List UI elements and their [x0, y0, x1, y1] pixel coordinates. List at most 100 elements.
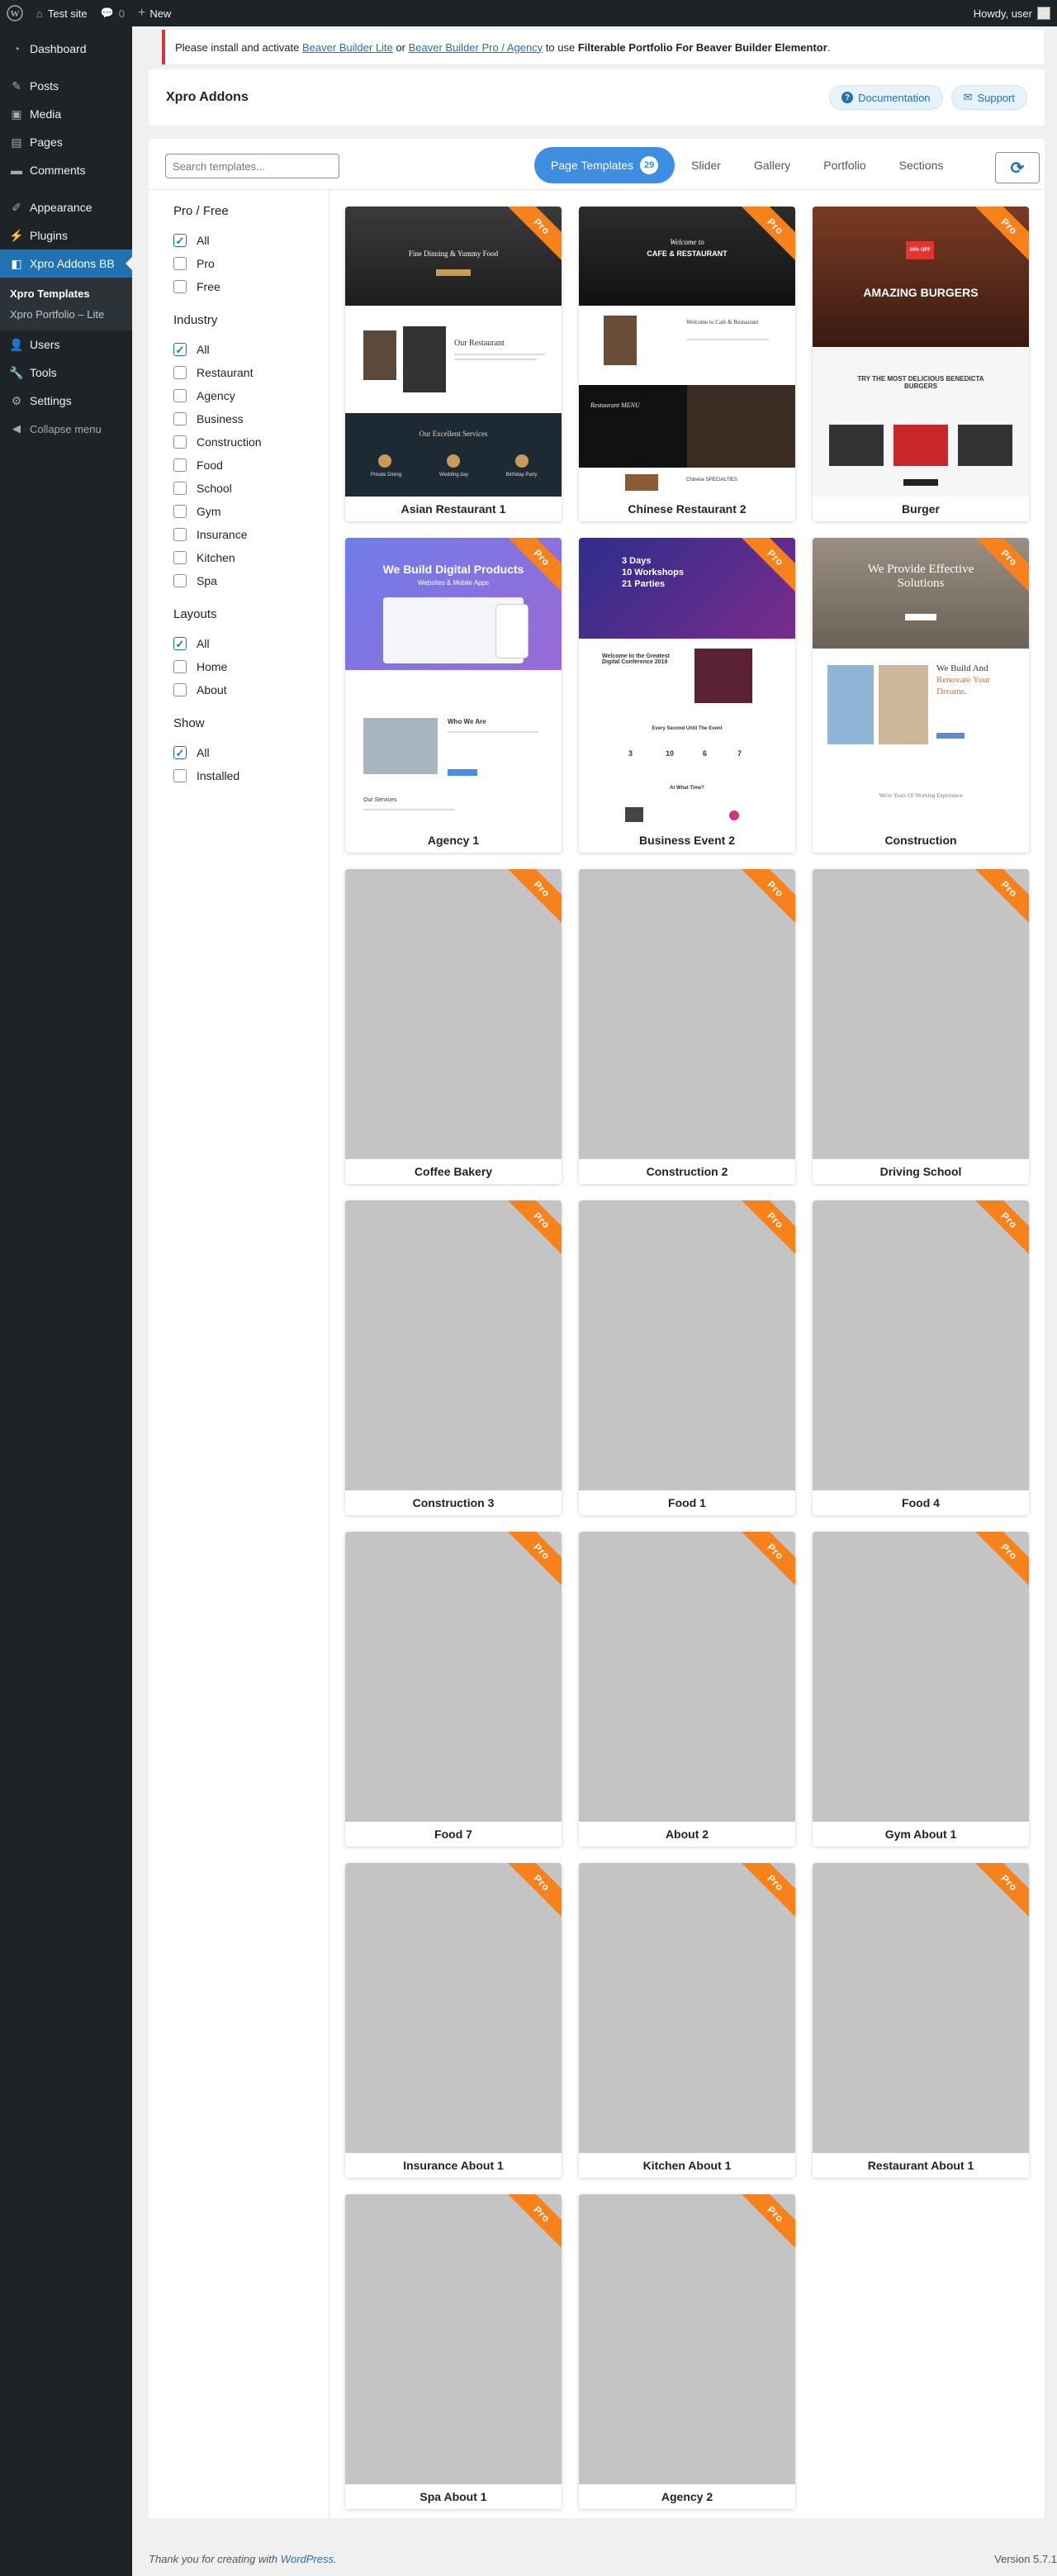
filter-option[interactable]: Spa [173, 569, 304, 592]
wordpress-link[interactable]: WordPress [281, 2553, 334, 2565]
template-thumbnail[interactable] [579, 1532, 795, 1822]
support-button[interactable]: ✉ Support [950, 85, 1027, 110]
tab-portfolio[interactable]: Portfolio [807, 159, 882, 172]
documentation-button[interactable]: ? Documentation [829, 85, 943, 110]
new-content-link[interactable]: + New [131, 0, 178, 26]
template-thumbnail[interactable] [813, 869, 1029, 1159]
filter-option[interactable]: All [173, 229, 304, 252]
sidebar-item-tools[interactable]: 🔧 Tools [0, 359, 132, 387]
template-card[interactable]: Pro Gym About 1 [813, 1532, 1029, 1846]
checkbox[interactable] [173, 366, 187, 379]
sidebar-item-plugins[interactable]: ⚡ Plugins [0, 221, 132, 250]
template-thumbnail[interactable]: We Build Digital Products Websites & Mob… [345, 538, 562, 828]
comments-link[interactable]: 💬 0 [94, 0, 131, 26]
checkbox[interactable] [173, 574, 187, 587]
template-thumbnail[interactable]: Fine Dinning & Yummy Food Our Restaurant… [345, 207, 562, 497]
tab-slider[interactable]: Slider [675, 159, 737, 172]
template-thumbnail[interactable] [579, 869, 795, 1159]
filter-option[interactable]: Home [173, 655, 304, 678]
beaver-builder-pro-link[interactable]: Beaver Builder Pro / Agency [409, 41, 543, 54]
template-thumbnail[interactable]: Welcome to CAFE & RESTAURANT Welcome to … [579, 207, 795, 497]
template-card[interactable]: We Build Digital Products Websites & Mob… [345, 538, 562, 853]
sidebar-item-posts[interactable]: ✎ Posts [0, 72, 132, 100]
template-card[interactable]: Pro Driving School [813, 869, 1029, 1184]
sidebar-item-settings[interactable]: ⚙ Settings [0, 387, 132, 415]
submenu-xpro-portfolio[interactable]: Xpro Portfolio – Lite [0, 304, 132, 325]
template-thumbnail[interactable] [345, 1200, 562, 1490]
template-thumbnail[interactable] [345, 2194, 562, 2484]
filter-option[interactable]: Kitchen [173, 546, 304, 569]
sidebar-item-xpro-addons-bb[interactable]: ◧ Xpro Addons BB [0, 250, 132, 278]
checkbox[interactable] [173, 528, 187, 541]
filter-option[interactable]: Business [173, 407, 304, 430]
filter-option[interactable]: Construction [173, 430, 304, 454]
checkbox[interactable] [173, 746, 187, 759]
sidebar-item-appearance[interactable]: ✐ Appearance [0, 193, 132, 221]
sidebar-item-pages[interactable]: ▤ Pages [0, 128, 132, 156]
template-card[interactable]: Pro Food 7 [345, 1532, 562, 1846]
template-thumbnail[interactable] [579, 2194, 795, 2484]
template-thumbnail[interactable]: We Provide Effective Solutions We Build … [813, 538, 1029, 828]
template-card[interactable]: Fine Dinning & Yummy Food Our Restaurant… [345, 207, 562, 521]
template-card[interactable]: 30% OFF AMAZING BURGERS TRY THE MOST DEL… [813, 207, 1029, 521]
template-card[interactable]: Pro Coffee Bakery [345, 869, 562, 1184]
template-card[interactable]: Pro Insurance About 1 [345, 1863, 562, 2178]
checkbox[interactable] [173, 459, 187, 472]
checkbox[interactable] [173, 551, 187, 564]
filter-option[interactable]: Food [173, 454, 304, 477]
filter-option[interactable]: Restaurant [173, 361, 304, 384]
template-card[interactable]: Pro Construction 3 [345, 1200, 562, 1515]
template-thumbnail[interactable] [813, 1532, 1029, 1822]
filter-option[interactable]: Free [173, 275, 304, 298]
template-card[interactable]: Pro Construction 2 [579, 869, 795, 1184]
filter-option[interactable]: Agency [173, 384, 304, 407]
template-card[interactable]: 3 Days 10 Workshops 21 Parties Welcome t… [579, 538, 795, 853]
template-thumbnail[interactable] [813, 1200, 1029, 1490]
checkbox[interactable] [173, 637, 187, 650]
submenu-xpro-templates[interactable]: Xpro Templates [0, 283, 132, 304]
filter-option[interactable]: School [173, 477, 304, 500]
template-card[interactable]: Pro About 2 [579, 1532, 795, 1846]
collapse-menu-button[interactable]: ◀ Collapse menu [0, 415, 132, 443]
checkbox[interactable] [173, 234, 187, 247]
template-card[interactable]: We Provide Effective Solutions We Build … [813, 538, 1029, 853]
filter-option[interactable]: Pro [173, 252, 304, 275]
checkbox[interactable] [173, 343, 187, 356]
template-thumbnail[interactable]: 3 Days 10 Workshops 21 Parties Welcome t… [579, 538, 795, 828]
sidebar-item-media[interactable]: ▣ Media [0, 100, 132, 128]
template-thumbnail[interactable] [579, 1863, 795, 2153]
template-thumbnail[interactable]: 30% OFF AMAZING BURGERS TRY THE MOST DEL… [813, 207, 1029, 497]
template-thumbnail[interactable] [579, 1200, 795, 1490]
template-card[interactable]: Welcome to CAFE & RESTAURANT Welcome to … [579, 207, 795, 521]
template-card[interactable]: Pro Food 1 [579, 1200, 795, 1515]
tab-gallery[interactable]: Gallery [737, 159, 807, 172]
filter-option[interactable]: All [173, 338, 304, 361]
template-card[interactable]: Pro Food 4 [813, 1200, 1029, 1515]
template-card[interactable]: Pro Restaurant About 1 [813, 1863, 1029, 2178]
template-thumbnail[interactable] [345, 869, 562, 1159]
checkbox[interactable] [173, 683, 187, 696]
tab-page-templates[interactable]: Page Templates 29 [534, 147, 675, 183]
filter-option[interactable]: Installed [173, 764, 304, 787]
filter-option[interactable]: All [173, 741, 304, 764]
checkbox[interactable] [173, 280, 187, 293]
site-name-link[interactable]: ⌂ Test site [30, 0, 94, 26]
checkbox[interactable] [173, 412, 187, 425]
checkbox[interactable] [173, 257, 187, 270]
checkbox[interactable] [173, 660, 187, 673]
checkbox[interactable] [173, 769, 187, 782]
template-thumbnail[interactable] [813, 1863, 1029, 2153]
checkbox[interactable] [173, 482, 187, 495]
my-account-link[interactable]: Howdy, user [967, 0, 1057, 26]
template-card[interactable]: Pro Agency 2 [579, 2194, 795, 2509]
checkbox[interactable] [173, 505, 187, 518]
template-card[interactable]: Pro Spa About 1 [345, 2194, 562, 2509]
filter-option[interactable]: Insurance [173, 523, 304, 546]
wordpress-logo-icon[interactable]: W [0, 0, 30, 26]
filter-option[interactable]: All [173, 632, 304, 655]
tab-sections[interactable]: Sections [883, 159, 960, 172]
search-templates-input[interactable] [165, 154, 339, 178]
template-thumbnail[interactable] [345, 1532, 562, 1822]
filter-option[interactable]: Gym [173, 500, 304, 523]
sidebar-item-users[interactable]: 👤 Users [0, 330, 132, 359]
